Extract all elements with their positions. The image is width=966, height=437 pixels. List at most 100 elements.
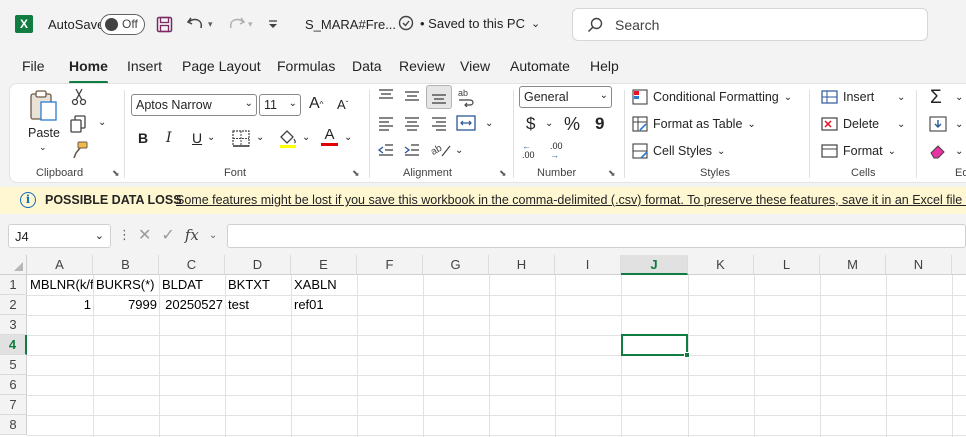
row-header-1[interactable]: 1 xyxy=(0,275,27,295)
shrink-font-button[interactable]: Aˇ xyxy=(337,97,348,112)
align-right-icon[interactable] xyxy=(430,115,448,131)
select-all-button[interactable] xyxy=(0,255,27,275)
insert-function-button[interactable]: fx xyxy=(185,226,199,244)
orientation-dropdown-icon[interactable]: ⌄ xyxy=(455,145,463,156)
borders-dropdown-icon[interactable]: ⌄ xyxy=(256,132,264,143)
grow-font-button[interactable]: A ^ xyxy=(309,95,323,113)
name-box[interactable]: J4 ⌄ xyxy=(8,224,111,248)
column-header-a[interactable]: A xyxy=(27,255,93,275)
cell-a2[interactable]: 1 xyxy=(28,295,93,315)
tab-insert[interactable]: Insert xyxy=(127,58,162,74)
align-top-icon[interactable] xyxy=(377,88,395,104)
tab-formulas[interactable]: Formulas xyxy=(277,58,335,74)
font-size-select[interactable]: 11 ⌄ xyxy=(259,94,301,116)
percent-button[interactable]: % xyxy=(564,114,580,135)
row-header-4[interactable]: 4 xyxy=(0,335,27,355)
copy-icon[interactable] xyxy=(69,115,89,133)
alignment-launcher-icon[interactable]: ⬊ xyxy=(499,168,507,179)
cell-e1[interactable]: XABLN xyxy=(292,275,357,295)
row-header-5[interactable]: 5 xyxy=(0,355,27,375)
function-dropdown-icon[interactable]: ⌄ xyxy=(209,230,217,241)
autosum-icon[interactable]: Σ xyxy=(930,87,942,109)
more-options-icon[interactable]: ⋮ xyxy=(118,227,131,243)
column-header-k[interactable]: K xyxy=(688,255,754,275)
tab-review[interactable]: Review xyxy=(399,58,445,74)
cell-d2[interactable]: test xyxy=(226,295,291,315)
format-as-table-button[interactable]: Format as Table ⌄ xyxy=(632,116,756,132)
fill-handle[interactable] xyxy=(684,352,690,358)
column-header-i[interactable]: I xyxy=(555,255,621,275)
row-header-3[interactable]: 3 xyxy=(0,315,27,335)
column-header-b[interactable]: B xyxy=(93,255,159,275)
bold-button[interactable]: B xyxy=(138,130,148,146)
tab-page-layout[interactable]: Page Layout xyxy=(182,58,261,74)
delete-cells-dropdown-icon[interactable]: ⌄ xyxy=(897,119,905,130)
cell-c1[interactable]: BLDAT xyxy=(160,275,225,295)
orientation-icon[interactable]: ab xyxy=(430,140,452,158)
tab-home[interactable]: Home xyxy=(69,58,108,84)
cell-e2[interactable]: ref01 xyxy=(292,295,357,315)
decrease-decimal-button[interactable]: .00 → xyxy=(550,142,563,160)
fill-dropdown-icon[interactable]: ⌄ xyxy=(955,119,963,130)
format-cells-button[interactable]: Format ⌄ xyxy=(821,143,896,159)
undo-dropdown-icon[interactable]: ▾ xyxy=(208,12,213,36)
merge-center-icon[interactable] xyxy=(456,114,476,132)
worksheet-grid[interactable]: A B C D E F G H I J K L M N 1 2 3 4 5 6 … xyxy=(0,255,966,437)
cell-styles-button[interactable]: Cell Styles ⌄ xyxy=(632,143,725,159)
decrease-indent-icon[interactable] xyxy=(377,142,395,158)
search-box[interactable]: Search xyxy=(572,8,928,41)
currency-button[interactable]: $ xyxy=(526,114,535,134)
autosave-toggle[interactable]: Off xyxy=(100,14,145,35)
column-header-j[interactable]: J xyxy=(621,255,688,275)
align-bottom-icon[interactable] xyxy=(426,85,452,109)
borders-icon[interactable] xyxy=(232,130,250,147)
cancel-icon[interactable]: ✕ xyxy=(138,225,151,245)
conditional-formatting-button[interactable]: Conditional Formatting ⌄ xyxy=(632,89,792,105)
comma-style-button[interactable]: 9 xyxy=(595,114,604,134)
column-header-d[interactable]: D xyxy=(225,255,291,275)
number-launcher-icon[interactable]: ⬊ xyxy=(608,168,616,179)
active-cell-j4[interactable] xyxy=(621,334,690,358)
italic-button[interactable]: I xyxy=(166,130,172,146)
cut-icon[interactable] xyxy=(71,88,87,106)
row-header-8[interactable]: 8 xyxy=(0,415,27,435)
column-header-h[interactable]: H xyxy=(489,255,555,275)
infobar-message-link[interactable]: Some features might be lost if you save … xyxy=(176,193,966,207)
cell-c2[interactable]: 20250527 xyxy=(160,295,225,315)
column-header-n[interactable]: N xyxy=(886,255,952,275)
align-center-icon[interactable] xyxy=(403,115,421,131)
clipboard-launcher-icon[interactable]: ⬊ xyxy=(112,168,120,179)
align-middle-icon[interactable] xyxy=(403,88,421,104)
tab-help[interactable]: Help xyxy=(590,58,619,74)
tab-automate[interactable]: Automate xyxy=(510,58,570,74)
increase-decimal-button[interactable]: ← .00 xyxy=(522,142,535,160)
save-icon[interactable] xyxy=(156,12,173,36)
font-color-dropdown-icon[interactable]: ⌄ xyxy=(344,132,352,143)
column-header-m[interactable]: M xyxy=(820,255,886,275)
fill-color-dropdown-icon[interactable]: ⌄ xyxy=(302,132,310,143)
redo-dropdown-icon[interactable]: ▾ xyxy=(248,12,253,36)
fill-icon[interactable] xyxy=(929,116,947,132)
cell-b2[interactable]: 7999 xyxy=(94,295,159,315)
autosum-dropdown-icon[interactable]: ⌄ xyxy=(955,92,963,103)
tab-view[interactable]: View xyxy=(460,58,490,74)
undo-icon[interactable] xyxy=(186,12,206,36)
column-header-g[interactable]: G xyxy=(423,255,489,275)
font-launcher-icon[interactable]: ⬊ xyxy=(352,168,360,179)
underline-button[interactable]: U xyxy=(192,130,202,146)
number-format-select[interactable]: General ⌄ xyxy=(519,86,612,108)
copy-dropdown-icon[interactable]: ⌄ xyxy=(98,117,106,128)
column-header-f[interactable]: F xyxy=(357,255,423,275)
column-header-e[interactable]: E xyxy=(291,255,357,275)
clear-dropdown-icon[interactable]: ⌄ xyxy=(955,146,963,157)
tab-data[interactable]: Data xyxy=(352,58,382,74)
delete-cells-button[interactable]: Delete xyxy=(821,116,879,132)
customize-qat-icon[interactable] xyxy=(266,12,280,36)
column-header-l[interactable]: L xyxy=(754,255,820,275)
font-color-button[interactable]: A xyxy=(321,126,338,146)
font-name-select[interactable]: Aptos Narrow ⌄ xyxy=(131,94,257,116)
fill-color-icon[interactable] xyxy=(278,128,298,148)
row-header-7[interactable]: 7 xyxy=(0,395,27,415)
insert-cells-dropdown-icon[interactable]: ⌄ xyxy=(897,92,905,103)
tab-file[interactable]: File xyxy=(22,58,45,74)
